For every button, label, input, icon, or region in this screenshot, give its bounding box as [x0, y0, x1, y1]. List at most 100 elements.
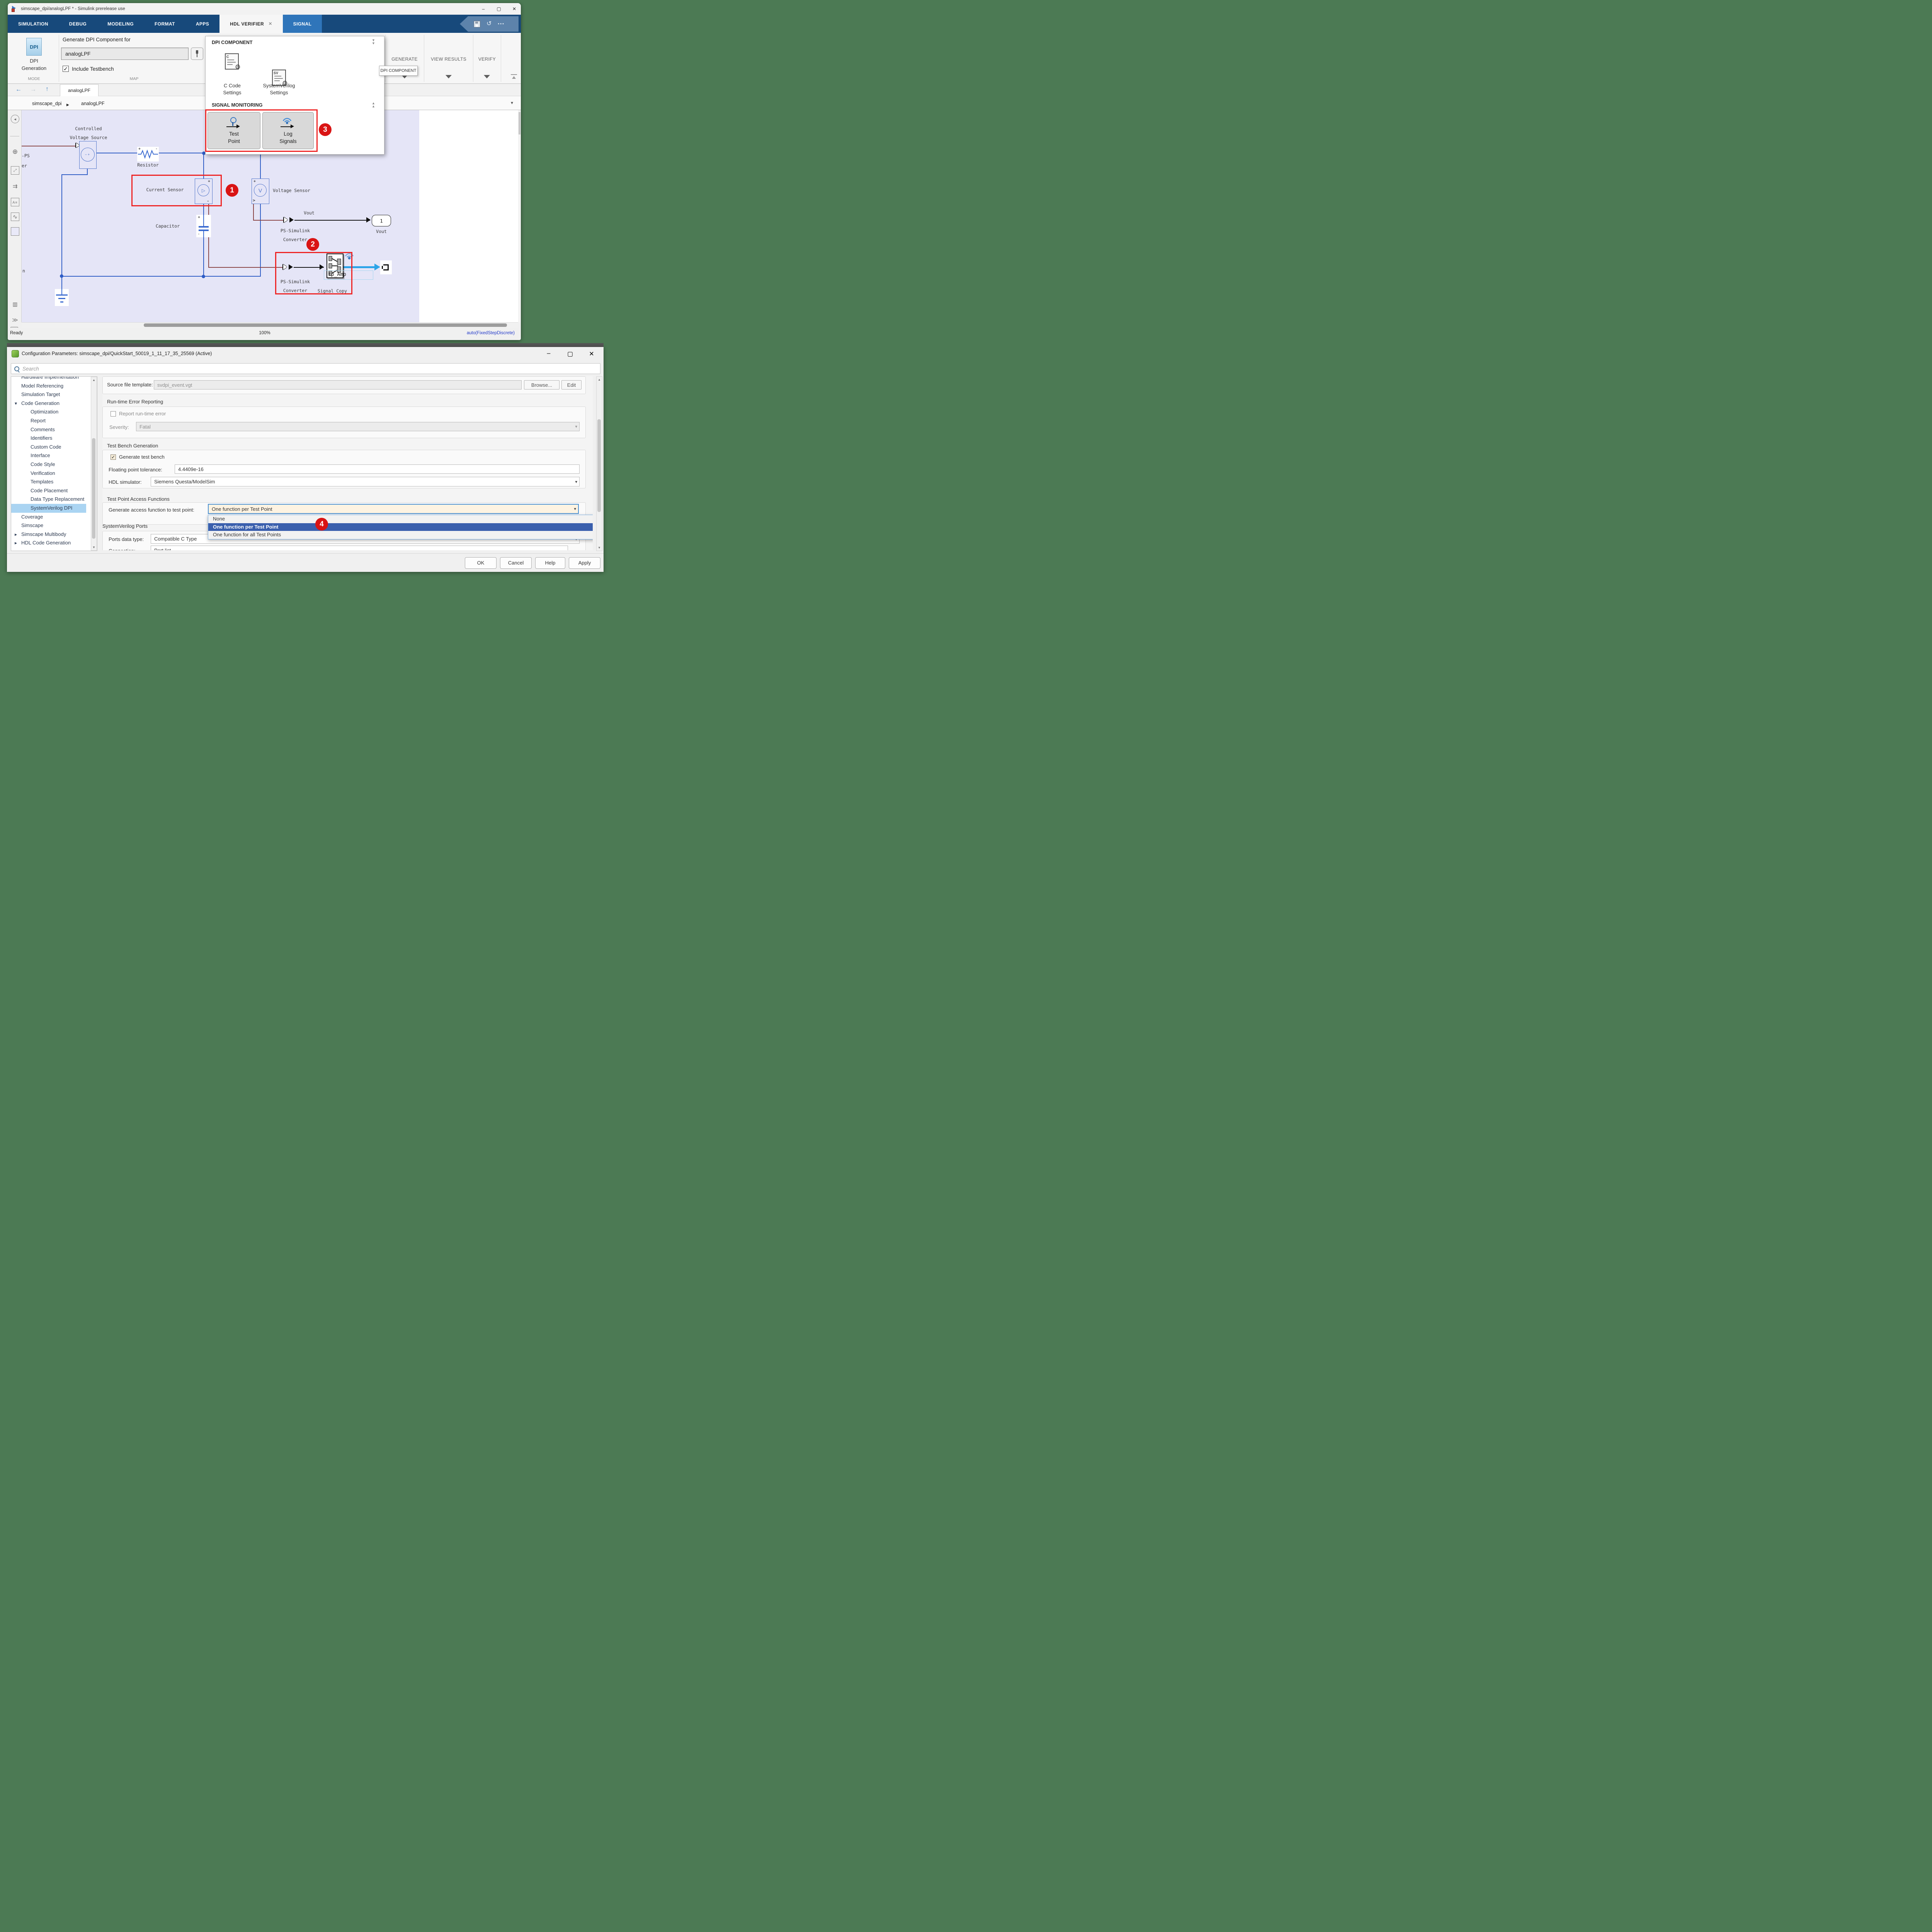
tree-item[interactable]: Identifiers — [11, 434, 86, 443]
c-code-settings-button[interactable]: C CodeSettings — [211, 82, 254, 96]
tree-item[interactable]: Custom Code — [11, 443, 86, 452]
breadcrumb-subsystem[interactable]: analogLPF — [81, 101, 104, 106]
up-to-parent-icon[interactable]: ↑ — [46, 86, 49, 92]
tree-item[interactable]: HDL Code Generation — [11, 539, 86, 548]
tree-item[interactable]: SystemVerilog DPI — [11, 504, 86, 513]
severity-dropdown[interactable]: Fatal — [136, 422, 580, 431]
tree-item[interactable]: Interface — [11, 451, 86, 460]
tree-item[interactable]: Simscape Multibody — [11, 530, 86, 539]
canvas-vertical-scrollbar-thumb[interactable] — [519, 112, 520, 134]
route-signals-icon[interactable]: ⇉ — [11, 182, 19, 191]
viewers-icon[interactable]: ▥ — [11, 300, 19, 308]
view-results-chevron-down-icon[interactable] — [446, 75, 452, 78]
vout-signal-label[interactable]: Vout — [294, 209, 325, 218]
tree-item[interactable]: Optimization — [11, 408, 86, 417]
help-button[interactable]: Help — [535, 557, 565, 569]
tree-item[interactable]: Report — [11, 417, 86, 425]
tree-item[interactable]: Templates — [11, 478, 86, 486]
breadcrumb-model[interactable]: simscape_dpi — [32, 101, 61, 106]
hide-browser-icon[interactable]: ◂ — [11, 115, 19, 123]
tree-item[interactable]: Hardware Implementation — [11, 376, 86, 382]
tree-item[interactable]: Simulation Target — [11, 390, 86, 399]
left-rail-wire[interactable] — [61, 174, 62, 276]
close-button[interactable] — [512, 6, 517, 12]
generate-group-label[interactable]: GENERATE — [385, 56, 424, 62]
annotation-icon[interactable]: A≡ — [11, 198, 19, 206]
electrical-reference-block[interactable] — [55, 289, 69, 306]
component-name-input[interactable]: analogLPF — [61, 48, 189, 60]
ok-button[interactable]: OK — [465, 557, 497, 569]
tree-item[interactable]: Verification — [11, 469, 86, 478]
dpi-generation-icon[interactable]: DPI — [26, 38, 42, 56]
capacitor-block[interactable]: + ' — [196, 215, 211, 237]
cs-measure-wire-h[interactable] — [208, 267, 284, 268]
save-icon[interactable] — [474, 21, 480, 27]
back-icon[interactable]: ← — [15, 87, 22, 93]
tree-item[interactable]: Code Placement — [11, 486, 86, 495]
dialog-minimize-button[interactable] — [546, 350, 551, 357]
vs-measure-wire-h[interactable] — [253, 220, 285, 221]
document-tab[interactable]: analogLPF — [60, 84, 99, 96]
vs-measure-wire-v[interactable] — [253, 204, 254, 221]
report-runtime-error-checkbox[interactable] — [111, 411, 116, 417]
main-scrollbar[interactable]: ▲▼ — [596, 376, 602, 551]
c-code-settings-icon[interactable]: C — [225, 53, 239, 70]
controlled-voltage-source-label[interactable]: Controlled Voltage Source — [52, 124, 125, 142]
main-scrollbar-thumb[interactable] — [597, 419, 601, 512]
vout-port-label[interactable]: Vout — [368, 227, 395, 236]
dialog-maximize-button[interactable] — [567, 350, 573, 358]
include-testbench-checkbox[interactable] — [63, 66, 69, 72]
panel-collapse-chevrons-icon[interactable] — [372, 102, 375, 108]
view-results-group-label[interactable]: VIEW RESULTS — [424, 56, 473, 62]
tree-item[interactable]: Comments — [11, 425, 86, 434]
access-function-combo[interactable]: One function per Test Point — [208, 504, 579, 514]
breadcrumb-dropdown-icon[interactable]: ▾ — [511, 100, 513, 105]
create-area-icon[interactable] — [11, 227, 19, 236]
tree-item[interactable]: Simscape — [11, 521, 86, 530]
tree-item[interactable]: Model Referencing — [11, 382, 86, 391]
canvas-horizontal-scrollbar-thumb[interactable] — [144, 323, 507, 327]
browse-button[interactable]: Browse... — [524, 380, 560, 389]
tab-close-icon[interactable]: ✕ — [269, 21, 272, 26]
tree-item[interactable]: Coverage — [11, 513, 86, 522]
ribbon-tab[interactable]: SIMULATION✕ — [8, 15, 59, 33]
tree-item[interactable]: Data Type Replacement — [11, 495, 86, 504]
hdl-simulator-dropdown[interactable]: Siemens Questa/ModelSim — [151, 477, 580, 486]
resistor-label[interactable]: Resistor — [134, 161, 162, 170]
ribbon-tab[interactable]: MODELING✕ — [97, 15, 144, 33]
undo-icon[interactable] — [486, 21, 492, 27]
verify-group-label[interactable]: VERIFY — [473, 56, 501, 62]
dropdown-option[interactable]: None — [208, 515, 593, 523]
search-input[interactable]: Search — [11, 363, 600, 374]
voltage-sensor-label[interactable]: Voltage Sensor — [273, 186, 331, 195]
forward-icon[interactable]: → — [30, 87, 36, 93]
connection-field[interactable]: Port list — [151, 546, 568, 550]
pin-button[interactable] — [191, 48, 203, 60]
canvas-vertical-scrollbar[interactable] — [518, 110, 521, 322]
tree-scrollbar[interactable]: ▲▼ — [91, 377, 97, 551]
dropdown-option[interactable]: One function for all Test Points — [208, 531, 593, 539]
tree-item[interactable]: Code Generation — [11, 399, 86, 408]
status-solver[interactable]: auto(FixedStepDiscrete) — [417, 331, 515, 335]
capacitor-label[interactable]: Capacitor — [153, 222, 182, 231]
panel-expand-chevrons-icon[interactable] — [372, 39, 375, 45]
expand-palette-icon[interactable]: ≫ — [11, 316, 19, 325]
ground-stem-wire[interactable] — [61, 277, 62, 291]
wire-capacitor-to-rail[interactable] — [203, 236, 204, 277]
wire-down-to-voltage-sensor[interactable] — [260, 153, 261, 179]
apply-button[interactable]: Apply — [569, 557, 600, 569]
tree-item[interactable]: Code Style — [11, 460, 86, 469]
dropdown-option[interactable]: One function per Test Point — [208, 523, 593, 531]
vout-outport-block[interactable]: 1 — [372, 215, 391, 226]
tree-scrollbar-thumb[interactable] — [92, 438, 95, 539]
edit-button[interactable]: Edit — [561, 380, 582, 389]
dpi-generation-label[interactable]: DPI Generation — [15, 57, 53, 72]
verify-chevron-down-icon[interactable] — [484, 75, 490, 78]
ribbon-tab[interactable]: FORMAT✕ — [144, 15, 185, 33]
ribbon-tab[interactable]: SIGNAL✕ — [283, 15, 322, 33]
fit-to-view-icon[interactable]: ⤢ — [11, 166, 19, 175]
wire-vs-to-rail[interactable] — [260, 204, 261, 277]
resistor-block[interactable]: + - — [137, 147, 159, 162]
ribbon-tab[interactable]: HDL VERIFIER✕ — [219, 15, 283, 33]
draw-curve-icon[interactable]: ∿ — [11, 213, 19, 221]
